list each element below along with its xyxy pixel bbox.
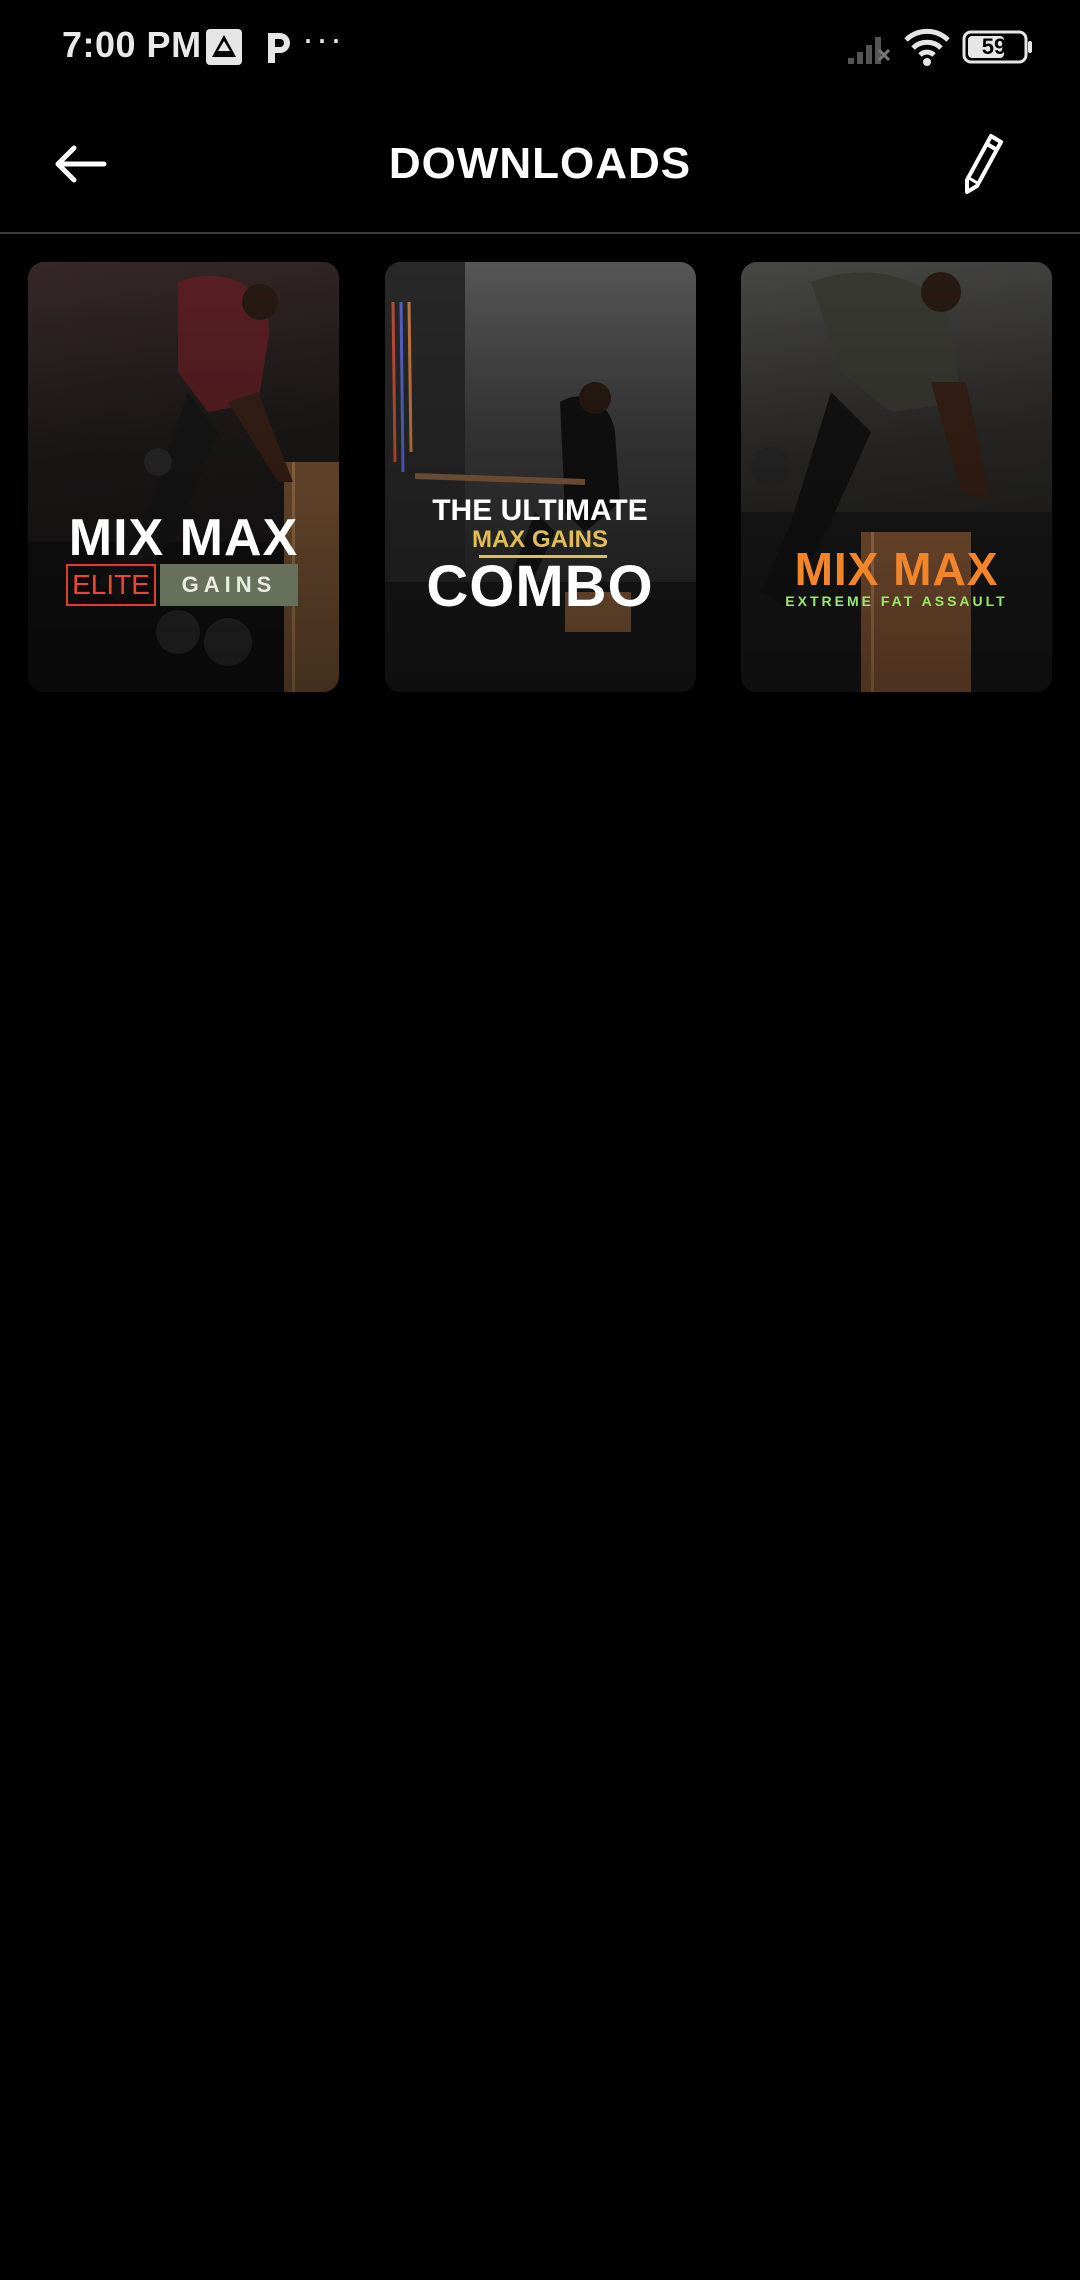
more-notifications-icon: ··· — [302, 18, 344, 59]
app-notification-icon — [206, 29, 242, 65]
gains-badge: GAINS — [160, 564, 298, 606]
status-time: 7:00 PM — [62, 24, 202, 65]
card-subtitle-row: ELITE GAINS — [66, 564, 298, 606]
card-title-line1: THE ULTIMATE — [432, 494, 648, 527]
edit-button[interactable] — [948, 126, 1018, 202]
card-title: MIX MAX — [794, 543, 999, 595]
card-title: MIX MAX — [68, 509, 299, 567]
app-header: DOWNLOADS — [0, 96, 1080, 232]
card-subtitle: EXTREME FAT ASSAULT — [785, 593, 1008, 609]
battery-level: 59 — [981, 34, 1007, 59]
card-title-line2: MAX GAINS — [471, 526, 608, 553]
download-card-ultimate-max-gains-combo[interactable]: THE ULTIMATE MAX GAINS COMBO — [384, 262, 696, 692]
p-app-icon — [268, 33, 290, 63]
header-divider — [0, 232, 1080, 234]
page-title: DOWNLOADS — [388, 139, 692, 188]
card-title-line3: COMBO — [426, 554, 654, 619]
signal-icon — [848, 37, 891, 64]
download-card-mix-max-extreme-fat-assault[interactable]: MIX MAX EXTREME FAT ASSAULT — [741, 262, 1052, 692]
elite-badge: ELITE — [66, 564, 156, 606]
download-card-mix-max-elite-gains[interactable]: MIX MAX ELITE GAINS — [28, 262, 339, 692]
downloads-grid: MIX MAX ELITE GAINS THE ULTIMATE MAX GAI… — [28, 262, 1052, 692]
status-bar: 7:00 PM ··· 59 — [0, 0, 1080, 96]
wifi-icon — [904, 28, 950, 66]
pencil-icon — [965, 134, 1003, 194]
